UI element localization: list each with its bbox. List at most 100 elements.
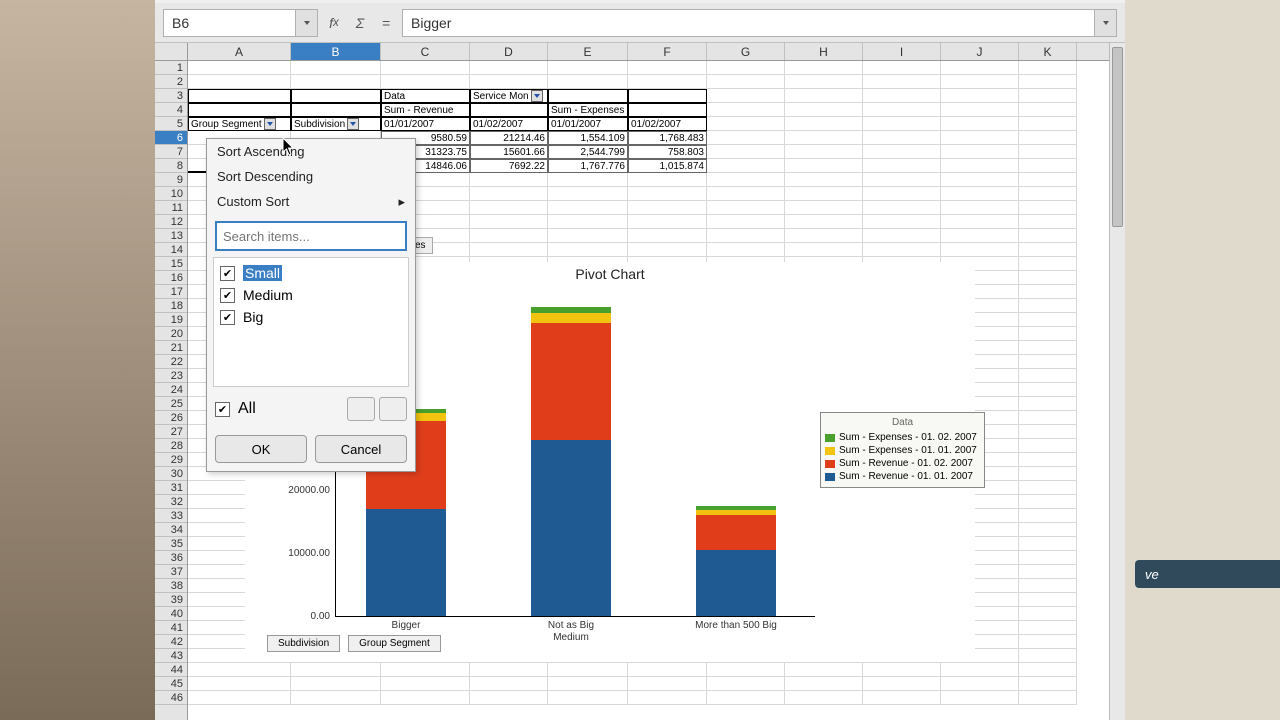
cell[interactable]	[1019, 411, 1077, 425]
cell[interactable]	[863, 201, 941, 215]
cell[interactable]	[381, 691, 470, 705]
row-header-45[interactable]: 45	[155, 677, 187, 691]
cell[interactable]	[291, 677, 381, 691]
cell[interactable]	[470, 173, 548, 187]
cell[interactable]	[707, 229, 785, 243]
cell[interactable]	[1019, 383, 1077, 397]
cell[interactable]	[941, 61, 1019, 75]
cell[interactable]	[941, 201, 1019, 215]
row-header-44[interactable]: 44	[155, 663, 187, 677]
cell[interactable]	[548, 75, 628, 89]
row-header-22[interactable]: 22	[155, 355, 187, 369]
cell[interactable]	[863, 229, 941, 243]
cell[interactable]	[941, 145, 1019, 159]
cell[interactable]	[1019, 593, 1077, 607]
sort-ascending[interactable]: Sort Ascending	[207, 139, 415, 164]
cell[interactable]	[863, 61, 941, 75]
cell[interactable]	[628, 201, 707, 215]
cell[interactable]	[1019, 355, 1077, 369]
cell[interactable]	[1019, 369, 1077, 383]
cell[interactable]	[863, 187, 941, 201]
filter-item-medium[interactable]: ✔ Medium	[218, 284, 404, 306]
cell[interactable]	[707, 103, 785, 117]
cell[interactable]	[863, 89, 941, 103]
row-header-2[interactable]: 2	[155, 75, 187, 89]
cell[interactable]	[470, 187, 548, 201]
cancel-button[interactable]: Cancel	[315, 435, 407, 463]
col-header-D[interactable]: D	[470, 43, 548, 60]
row-header-14[interactable]: 14	[155, 243, 187, 257]
cell[interactable]	[785, 201, 863, 215]
row-header-7[interactable]: 7	[155, 145, 187, 159]
row-header-39[interactable]: 39	[155, 593, 187, 607]
cell[interactable]	[291, 89, 381, 103]
cell[interactable]	[863, 117, 941, 131]
cell[interactable]	[1019, 579, 1077, 593]
cell[interactable]	[628, 677, 707, 691]
cell[interactable]	[1019, 299, 1077, 313]
cell[interactable]: 1,015.874	[628, 159, 707, 173]
row-header-29[interactable]: 29	[155, 453, 187, 467]
cell[interactable]	[785, 663, 863, 677]
cell[interactable]	[548, 691, 628, 705]
cell[interactable]: 2,544.799	[548, 145, 628, 159]
cell[interactable]	[1019, 551, 1077, 565]
cell[interactable]	[1019, 635, 1077, 649]
cell[interactable]	[707, 159, 785, 173]
cell[interactable]	[291, 75, 381, 89]
cell[interactable]	[785, 229, 863, 243]
cell[interactable]	[941, 215, 1019, 229]
cell[interactable]	[707, 187, 785, 201]
row-header-19[interactable]: 19	[155, 313, 187, 327]
cell[interactable]	[1019, 159, 1077, 173]
cell[interactable]	[548, 173, 628, 187]
cell[interactable]	[1019, 327, 1077, 341]
col-header-C[interactable]: C	[381, 43, 470, 60]
cell[interactable]	[863, 75, 941, 89]
cell[interactable]	[785, 677, 863, 691]
cell[interactable]	[1019, 285, 1077, 299]
filter-search-input[interactable]	[215, 221, 407, 251]
cell[interactable]: 1,554.109	[548, 131, 628, 145]
cell[interactable]	[1019, 453, 1077, 467]
cell[interactable]	[785, 173, 863, 187]
row-header-11[interactable]: 11	[155, 201, 187, 215]
cell[interactable]	[188, 677, 291, 691]
cell[interactable]	[1019, 467, 1077, 481]
row-header-17[interactable]: 17	[155, 285, 187, 299]
cell[interactable]	[863, 159, 941, 173]
row-header-33[interactable]: 33	[155, 509, 187, 523]
cell[interactable]	[785, 117, 863, 131]
row-header-13[interactable]: 13	[155, 229, 187, 243]
col-header-K[interactable]: K	[1019, 43, 1077, 60]
cell[interactable]	[941, 243, 1019, 257]
row-header-46[interactable]: 46	[155, 691, 187, 705]
cell[interactable]	[1019, 257, 1077, 271]
cell[interactable]: 7692.22	[470, 159, 548, 173]
cell[interactable]	[548, 201, 628, 215]
name-box-dropdown[interactable]	[295, 10, 317, 36]
row-header-40[interactable]: 40	[155, 607, 187, 621]
cell[interactable]	[941, 677, 1019, 691]
cell[interactable]	[628, 103, 707, 117]
row-header-31[interactable]: 31	[155, 481, 187, 495]
cell[interactable]	[707, 89, 785, 103]
tree-view-icon[interactable]	[379, 397, 407, 421]
cell[interactable]	[291, 691, 381, 705]
filter-item-small[interactable]: ✔ Small	[218, 262, 404, 284]
cell[interactable]	[863, 131, 941, 145]
cell[interactable]: 01/02/2007	[470, 117, 548, 131]
row-header-20[interactable]: 20	[155, 327, 187, 341]
row-header-12[interactable]: 12	[155, 215, 187, 229]
checkbox-icon[interactable]: ✔	[220, 288, 235, 303]
cell[interactable]	[291, 103, 381, 117]
cell[interactable]	[470, 229, 548, 243]
cell[interactable]	[1019, 663, 1077, 677]
cell[interactable]	[470, 691, 548, 705]
cell[interactable]	[628, 75, 707, 89]
row-header-16[interactable]: 16	[155, 271, 187, 285]
cell[interactable]	[941, 75, 1019, 89]
cell[interactable]	[628, 243, 707, 257]
row-header-41[interactable]: 41	[155, 621, 187, 635]
cell[interactable]	[381, 677, 470, 691]
